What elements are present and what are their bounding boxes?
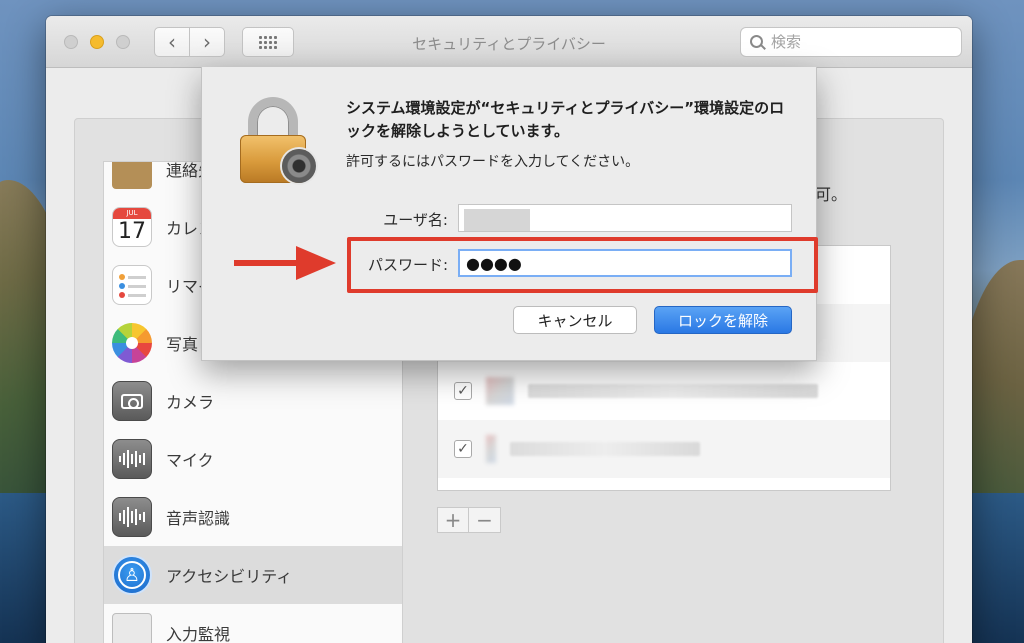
permission-checkbox[interactable]: ✓	[454, 382, 472, 400]
reminders-icon	[112, 265, 152, 305]
sidebar-item-speech-recognition[interactable]: 音声認識	[104, 488, 402, 546]
calendar-icon: JUL 17	[112, 207, 152, 247]
password-field[interactable]	[458, 249, 792, 277]
add-app-button[interactable]: +	[437, 507, 469, 533]
camera-icon	[112, 381, 152, 421]
list-item[interactable]: ✓	[438, 420, 890, 478]
dialog-message: 許可するにはパスワードを入力してください。	[346, 154, 640, 170]
blurred-app-name	[510, 442, 700, 456]
contacts-icon	[112, 162, 152, 189]
accessibility-icon: ♙	[112, 555, 152, 595]
sidebar-item-label: マイク	[166, 451, 214, 470]
microphone-icon	[112, 439, 152, 479]
permission-checkbox[interactable]: ✓	[454, 440, 472, 458]
unlock-button[interactable]: ロックを解除	[654, 306, 792, 334]
unlock-auth-dialog: システム環境設定が“セキュリティとプライバシー”環境設定のロックを解除しようとし…	[201, 67, 818, 361]
sidebar-item-label: 音声認識	[166, 509, 231, 528]
minimize-window-button[interactable]	[90, 35, 104, 49]
chevron-right-icon: ›	[203, 30, 211, 54]
search-input[interactable]	[771, 33, 951, 51]
sidebar-item-label: アクセシビリティ	[166, 567, 293, 586]
sidebar-item-label: 入力監視	[166, 625, 231, 643]
sidebar-item-microphone[interactable]: マイク	[104, 430, 402, 488]
app-thumbnail	[486, 435, 496, 463]
forward-button[interactable]: ›	[189, 27, 225, 57]
search-field[interactable]	[740, 27, 962, 57]
sidebar-item-accessibility[interactable]: ♙ アクセシビリティ	[104, 546, 402, 604]
grid-icon	[259, 35, 277, 49]
window-title: セキュリティとプライバシー	[412, 35, 606, 53]
lock-gear-icon	[238, 95, 320, 185]
password-label: パスワード:	[367, 256, 448, 274]
minus-icon: −	[476, 508, 493, 532]
arrow-annotation	[234, 246, 338, 280]
photos-icon	[112, 323, 152, 363]
dialog-title: システム環境設定が“セキュリティとプライバシー”環境設定のロックを解除しようとし…	[346, 99, 785, 140]
clipped-description-text: 可。	[815, 185, 848, 204]
blurred-app-name	[528, 384, 818, 398]
list-item[interactable]: ✓	[438, 362, 890, 420]
sidebar-item-camera[interactable]: カメラ	[104, 372, 402, 430]
zoom-window-button[interactable]	[116, 35, 130, 49]
sidebar-item-label: 写真	[166, 335, 199, 354]
titlebar: ‹ › セキュリティとプライバシー	[46, 16, 972, 68]
plus-icon: +	[444, 508, 462, 532]
add-remove-buttons: + −	[437, 507, 501, 533]
checkmark-icon: ✓	[457, 383, 469, 399]
sidebar-item-label: カメラ	[166, 393, 215, 412]
chevron-left-icon: ‹	[168, 30, 176, 54]
masked-username	[464, 209, 530, 231]
checkmark-icon: ✓	[457, 441, 469, 457]
search-icon	[749, 34, 765, 50]
close-window-button[interactable]	[64, 35, 78, 49]
back-button[interactable]: ‹	[154, 27, 190, 57]
speech-recognition-icon	[112, 497, 152, 537]
sidebar-item-input-monitoring[interactable]: 入力監視	[104, 604, 402, 643]
app-thumbnail	[486, 377, 514, 405]
cancel-button[interactable]: キャンセル	[513, 306, 637, 334]
remove-app-button[interactable]: −	[469, 507, 501, 533]
keyboard-icon	[112, 613, 152, 643]
show-all-button[interactable]	[242, 27, 294, 57]
username-label: ユーザ名:	[383, 211, 448, 229]
